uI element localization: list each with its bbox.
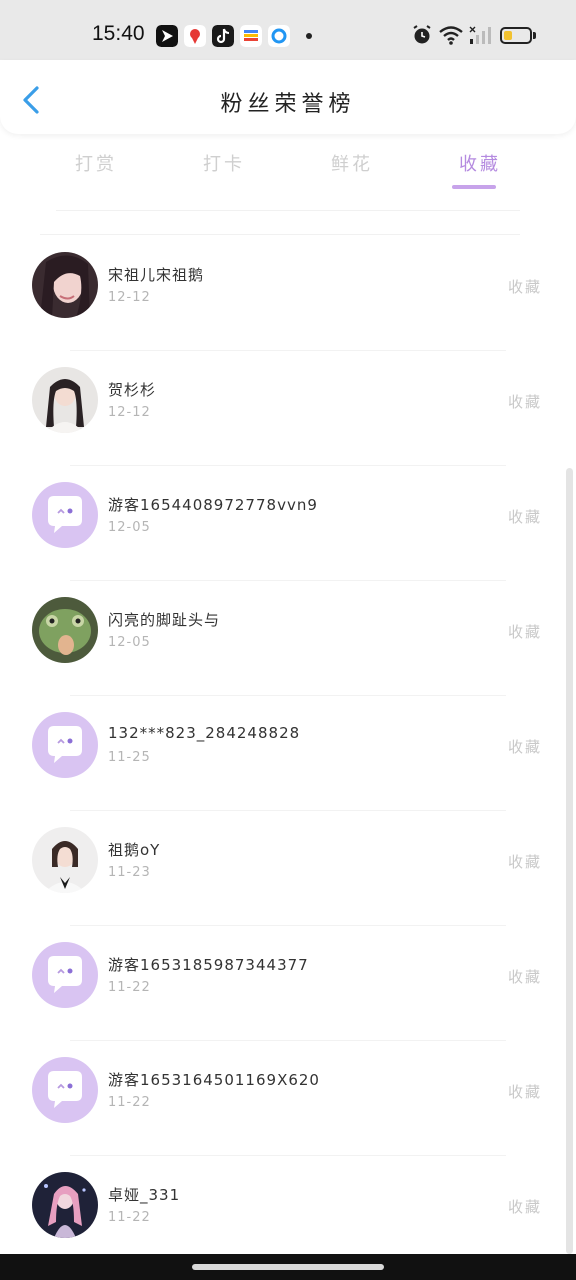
- fan-date: 11-23: [108, 865, 151, 880]
- fan-name: 宋祖儿宋祖鹅: [108, 266, 205, 284]
- fan-date: 11-22: [108, 1095, 151, 1110]
- fan-action: 收藏: [507, 968, 542, 986]
- status-bar: 15:40: [0, 0, 576, 60]
- fan-action: 收藏: [507, 853, 542, 871]
- fan-name: 卓娅_331: [108, 1186, 181, 1204]
- nav-header: 粉丝荣誉榜: [0, 60, 576, 134]
- fan-action: 收藏: [507, 623, 542, 641]
- fan-name: 游客1653164501169X620: [108, 1071, 320, 1089]
- default-avatar-icon: [32, 1057, 98, 1123]
- active-tab-indicator: [452, 185, 496, 189]
- fan-date: 11-22: [108, 980, 151, 995]
- navigation-app-icon: [156, 25, 178, 47]
- tab-checkin[interactable]: 打卡: [176, 150, 272, 176]
- fan-date: 12-05: [108, 520, 151, 535]
- fan-date: 12-12: [108, 290, 151, 305]
- tab-tip[interactable]: 打赏: [48, 150, 144, 176]
- wallet-app-icon: [240, 25, 262, 47]
- fan-action: 收藏: [507, 1083, 542, 1101]
- tab-label: 打卡: [203, 154, 245, 175]
- avatar: [32, 942, 98, 1008]
- fan-name: 132***823_284248828: [108, 724, 301, 742]
- home-indicator[interactable]: [192, 1264, 384, 1270]
- status-time: 15:40: [92, 22, 145, 45]
- fan-date: 11-25: [108, 750, 151, 765]
- fan-name: 游客1653185987344377: [108, 956, 309, 974]
- notification-dot-icon: [306, 33, 312, 39]
- avatar: [32, 252, 98, 318]
- signal-icon: [469, 26, 491, 44]
- fan-name: 闪亮的脚趾头与: [108, 611, 221, 629]
- list-item[interactable]: 132***823_284248828 11-25 收藏: [0, 696, 576, 811]
- tab-label: 鲜花: [331, 154, 373, 175]
- alarm-icon: [413, 25, 431, 44]
- tab-label: 收藏: [459, 154, 501, 175]
- avatar: [32, 367, 98, 433]
- list-item[interactable]: 游客1653164501169X620 11-22 收藏: [0, 1041, 576, 1156]
- list-item[interactable]: 游客1653185987344377 11-22 收藏: [0, 926, 576, 1041]
- avatar: [32, 712, 98, 778]
- fan-list: 宋祖儿宋祖鹅 12-12 收藏 贺杉杉 12-12 收藏 游客165440897…: [0, 236, 576, 1271]
- tab-label: 打赏: [75, 154, 117, 175]
- fan-action: 收藏: [507, 278, 542, 296]
- tab-bar: 打赏 打卡 鲜花 收藏: [0, 150, 576, 194]
- fan-name: 祖鹅oY: [108, 841, 161, 859]
- fan-date: 12-12: [108, 405, 151, 420]
- list-item[interactable]: 闪亮的脚趾头与 12-05 收藏: [0, 581, 576, 696]
- list-item[interactable]: 宋祖儿宋祖鹅 12-12 收藏: [0, 236, 576, 351]
- map-app-icon: [184, 25, 206, 47]
- tab-flowers[interactable]: 鲜花: [304, 150, 400, 176]
- avatar: [32, 827, 98, 893]
- default-avatar-icon: [32, 712, 98, 778]
- default-avatar-icon: [32, 482, 98, 548]
- browser-app-icon: [268, 25, 290, 47]
- fan-action: 收藏: [507, 393, 542, 411]
- fan-date: 12-05: [108, 635, 151, 650]
- avatar: [32, 482, 98, 548]
- battery-tip: [533, 32, 536, 39]
- divider: [40, 234, 520, 235]
- default-avatar-icon: [32, 942, 98, 1008]
- scrollbar[interactable]: [566, 468, 573, 1254]
- avatar: [32, 1057, 98, 1123]
- fan-date: 11-22: [108, 1210, 151, 1225]
- tab-favorites[interactable]: 收藏: [432, 150, 528, 189]
- fan-action: 收藏: [507, 508, 542, 526]
- fan-name: 游客1654408972778vvn9: [108, 496, 318, 514]
- page-title: 粉丝荣誉榜: [220, 92, 356, 117]
- avatar: [32, 597, 98, 663]
- list-item[interactable]: 贺杉杉 12-12 收藏: [0, 351, 576, 466]
- list-item[interactable]: 祖鹅oY 11-23 收藏: [0, 811, 576, 926]
- wifi-icon: [439, 26, 463, 45]
- battery-icon: [500, 27, 532, 44]
- fan-action: 收藏: [507, 738, 542, 756]
- list-item[interactable]: 游客1654408972778vvn9 12-05 收藏: [0, 466, 576, 581]
- tiktok-app-icon: [212, 25, 234, 47]
- fan-name: 贺杉杉: [108, 381, 157, 399]
- avatar: [32, 1172, 98, 1238]
- divider: [56, 210, 520, 211]
- fan-action: 收藏: [507, 1198, 542, 1216]
